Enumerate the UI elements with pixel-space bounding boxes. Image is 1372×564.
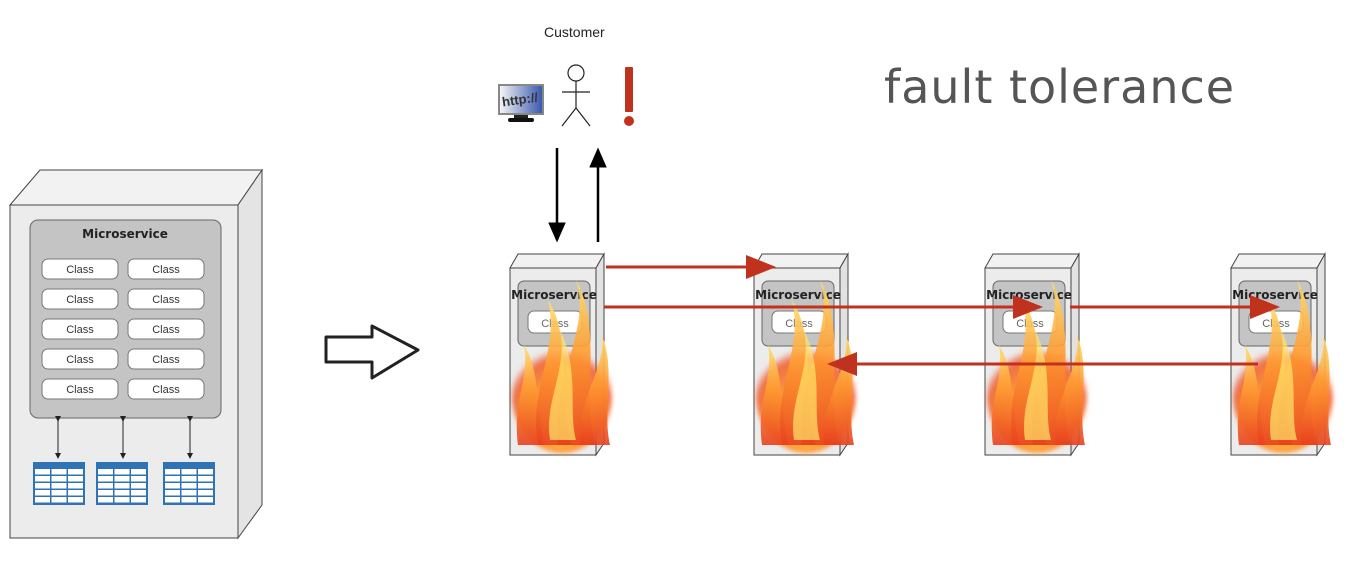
microservice-server: MicroserviceClass (509, 252, 612, 457)
class-label: Class (152, 324, 180, 336)
class-label: Class (152, 264, 180, 276)
monolith-server: Microservice Class Class Class Class Class Cl… (8, 168, 263, 540)
class-box: Class (41, 378, 119, 400)
class-label: Class (66, 294, 94, 306)
class-label: Class (66, 384, 94, 396)
hollow-right-arrow-icon (324, 324, 420, 380)
class-box: Class (127, 288, 205, 310)
class-label: Class (66, 264, 94, 276)
stick-figure-icon (561, 64, 591, 127)
class-label: Class (66, 354, 94, 366)
class-box: Class (127, 258, 205, 280)
class-box: Class (127, 378, 205, 400)
microservice-server: MicroserviceClass (984, 252, 1087, 457)
class-box: Class (41, 348, 119, 370)
microservice-server: MicroserviceClass (753, 252, 856, 457)
class-box: Class (41, 288, 119, 310)
class-box: Class (127, 348, 205, 370)
monolith-service-label: Microservice (82, 227, 168, 241)
class-box: Class (41, 318, 119, 340)
database-table-icon (96, 462, 148, 505)
class-label: Class (152, 294, 180, 306)
customer-label: Customer (544, 24, 605, 40)
class-label: Class (152, 384, 180, 396)
microservice-server: MicroserviceClass (1230, 252, 1333, 457)
class-label: Class (66, 324, 94, 336)
customer-actor: http:// (498, 64, 634, 243)
database-table-icon (33, 462, 85, 505)
class-label: Class (152, 354, 180, 366)
call-arrows (604, 255, 1280, 376)
alert-exclamation-icon (624, 67, 634, 126)
browser-monitor-icon: http:// (498, 84, 544, 122)
page-title: fault tolerance (884, 60, 1236, 114)
database-table-icon (163, 462, 215, 505)
class-box: Class (127, 318, 205, 340)
class-box: Class (41, 258, 119, 280)
